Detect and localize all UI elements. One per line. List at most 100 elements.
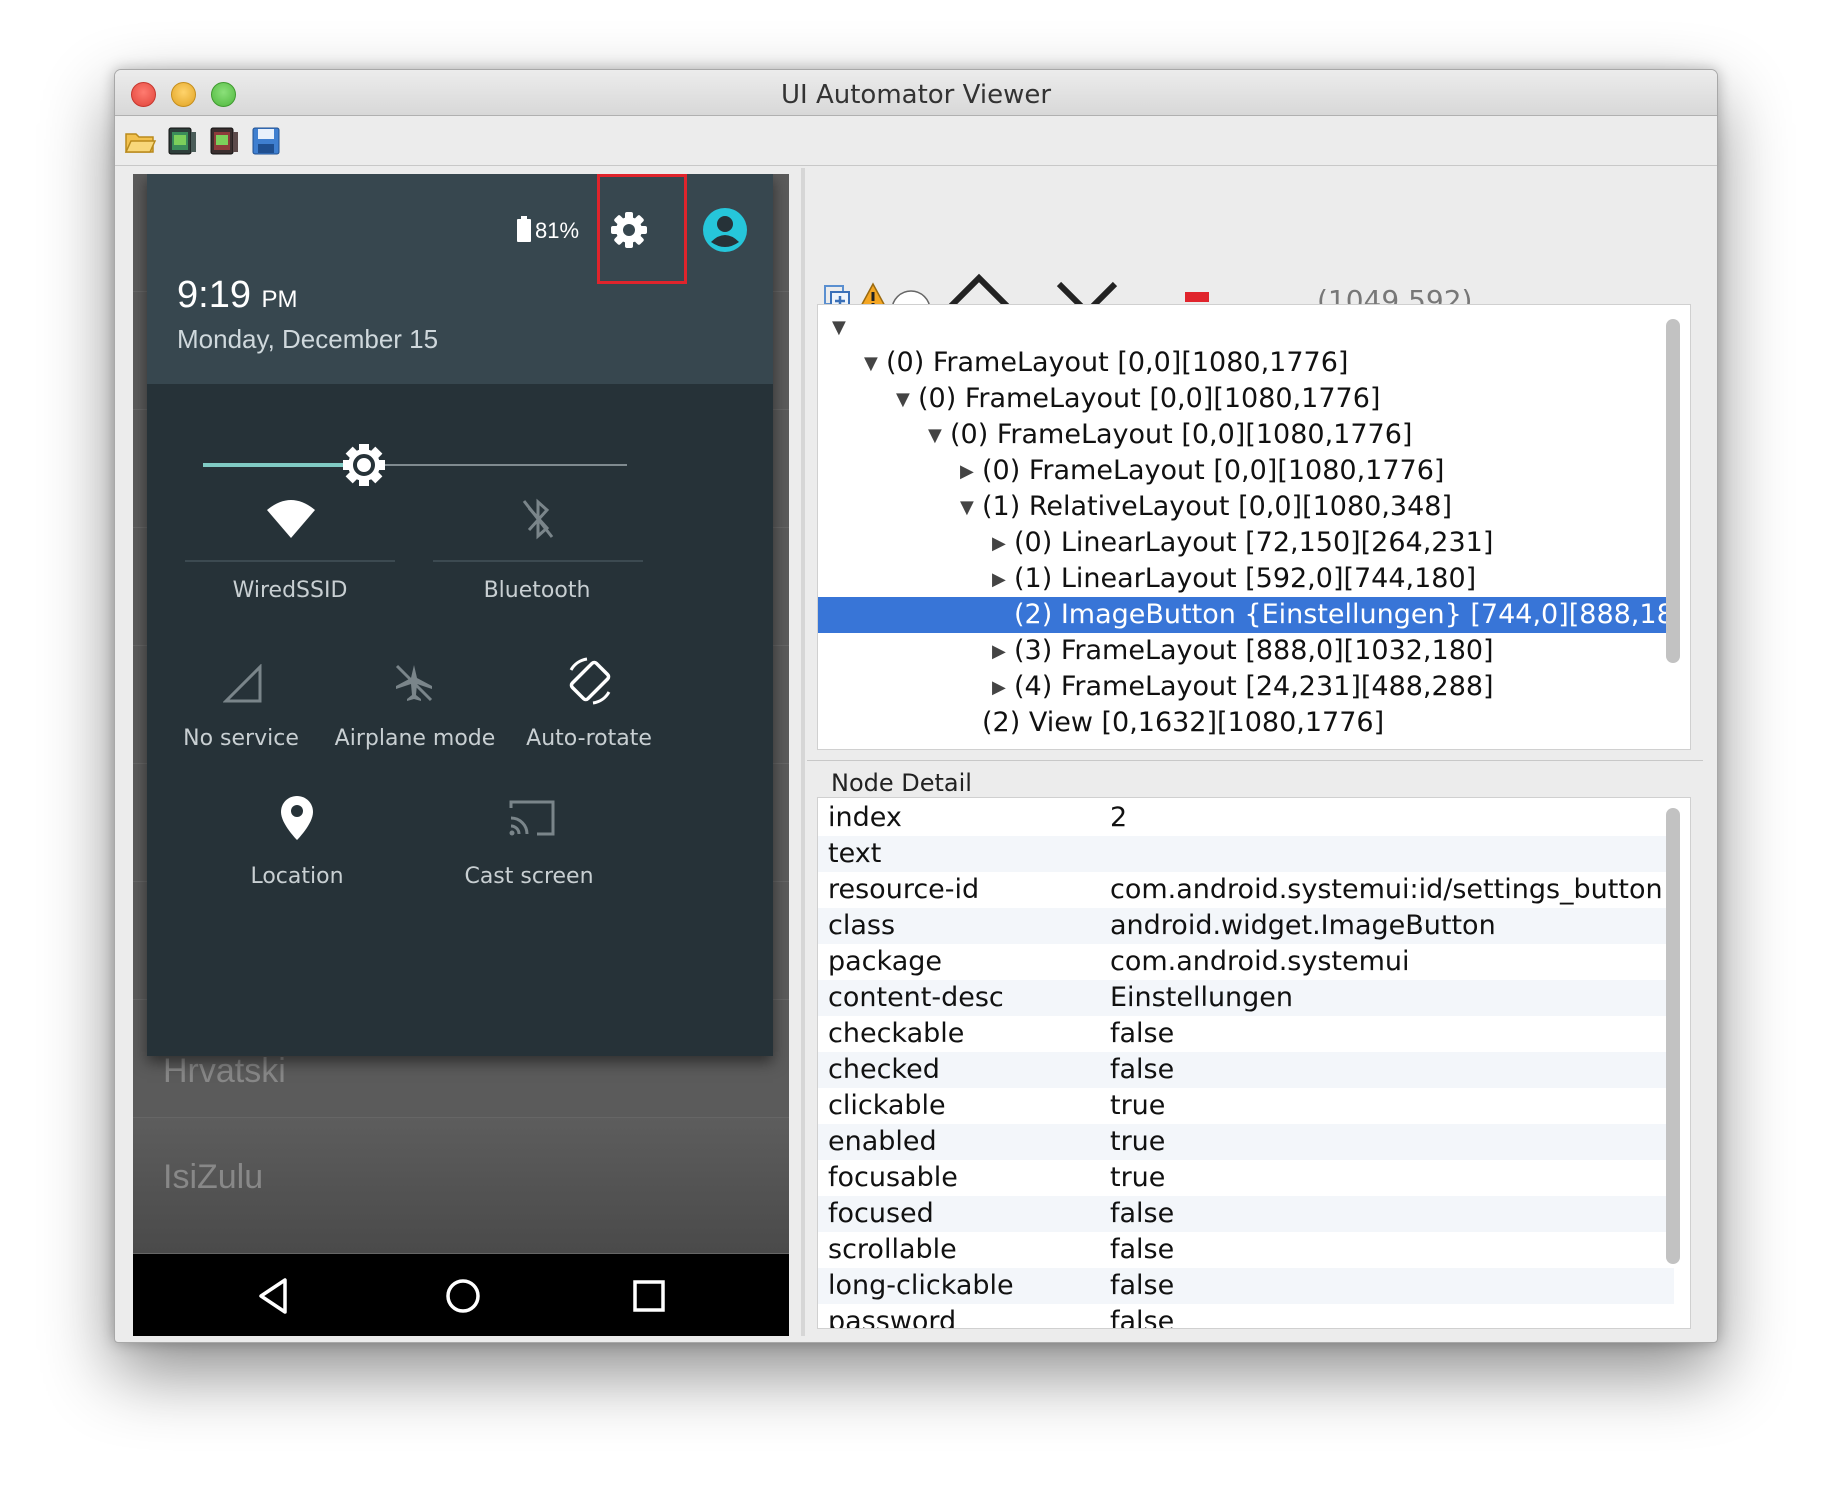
recents-icon[interactable]: [629, 1276, 669, 1316]
node-detail-table[interactable]: index 2 text resource-id com.android.syste…: [817, 797, 1691, 1329]
detail-scrollbar[interactable]: [1666, 808, 1680, 1264]
detail-value: false: [1110, 1270, 1175, 1301]
detail-row[interactable]: enabled true: [818, 1124, 1674, 1160]
tile-label: No service: [183, 726, 299, 751]
detail-row[interactable]: class android.widget.ImageButton: [818, 908, 1674, 944]
expand-toggle-icon[interactable]: ▶: [992, 526, 1014, 562]
back-icon[interactable]: [255, 1276, 295, 1316]
panel-splitter[interactable]: [801, 168, 805, 1336]
expand-toggle-icon[interactable]: ▶: [992, 670, 1014, 706]
detail-key: clickable: [828, 1090, 946, 1121]
tree-row[interactable]: ▶ (0) FrameLayout [0,0][1080,1776]: [818, 453, 1674, 489]
detail-key: password: [828, 1306, 957, 1329]
detail-key: package: [828, 946, 942, 977]
clear-icon[interactable]: [1185, 292, 1209, 302]
detail-value: 2: [1110, 802, 1128, 833]
detail-row[interactable]: long-clickable false: [818, 1268, 1674, 1304]
detail-key: class: [828, 910, 896, 941]
tree-node-label: (4) FrameLayout [24,231][488,288]: [1014, 671, 1494, 702]
tile-divider: [185, 560, 395, 562]
save-icon[interactable]: [249, 124, 283, 158]
tree-row[interactable]: ▶ (3) FrameLayout [888,0][1032,180]: [818, 633, 1674, 669]
tree-row[interactable]: ▼ (0) FrameLayout [0,0][1080,1776]: [818, 345, 1674, 381]
window-title: UI Automator Viewer: [780, 80, 1052, 110]
open-icon[interactable]: [123, 124, 157, 158]
expand-toggle-icon[interactable]: ▶: [992, 562, 1014, 598]
detail-row[interactable]: resource-id com.android.systemui:id/setti…: [818, 872, 1674, 908]
detail-value: com.android.systemui:id/settings_button: [1110, 874, 1663, 905]
tree-node-label: (0) FrameLayout [0,0][1080,1776]: [982, 455, 1445, 486]
detail-key: checked: [828, 1054, 940, 1085]
cast-icon: [509, 800, 555, 836]
airplane-icon: [395, 664, 433, 702]
detail-value: true: [1110, 1126, 1166, 1157]
hierarchy-tree[interactable]: ▼ ▼ (0) FrameLayout [0,0][1080,1776] ▼ (0)…: [817, 304, 1691, 750]
detail-row[interactable]: clickable true: [818, 1088, 1674, 1124]
shade-header: 81% 9:19 PM Monday, December 15: [147, 174, 773, 384]
tree-row[interactable]: ▶ (0) LinearLayout [72,150][264,231]: [818, 525, 1674, 561]
tree-row[interactable]: ▼: [818, 309, 1674, 345]
tree-node-label: (2) ImageButton {Einstellungen} [744,0][…: [1014, 599, 1691, 630]
detail-key: text: [828, 838, 882, 869]
selected-node-highlight: [597, 174, 687, 284]
detail-key: resource-id: [828, 874, 980, 905]
tree-scrollbar[interactable]: [1666, 319, 1680, 663]
node-detail-panel: Node Detail index 2 text resource-id com.a…: [807, 760, 1703, 1336]
detail-key: content-desc: [828, 982, 1004, 1013]
tree-row[interactable]: ▶ (1) LinearLayout [592,0][744,180]: [818, 561, 1674, 597]
brightness-slider-track[interactable]: [363, 464, 627, 466]
expand-toggle-icon[interactable]: ▼: [864, 346, 886, 382]
hierarchy-panel: (1049,592) ▼ ▼ (0) FrameLayout [0,0][1080…: [807, 168, 1703, 760]
device-screenshot-compressed-icon[interactable]: [207, 124, 241, 158]
tree-row[interactable]: ▼ (0) FrameLayout [0,0][1080,1776]: [818, 381, 1674, 417]
language-item-label: IsiZulu: [163, 1158, 264, 1196]
detail-row[interactable]: scrollable false: [818, 1232, 1674, 1268]
detail-value: false: [1110, 1054, 1175, 1085]
brightness-slider-thumb-icon[interactable]: [341, 442, 387, 488]
expand-toggle-icon[interactable]: ▶: [992, 634, 1014, 670]
detail-row[interactable]: checked false: [818, 1052, 1674, 1088]
device-screenshot-icon[interactable]: [165, 124, 199, 158]
detail-row[interactable]: package com.android.systemui: [818, 944, 1674, 980]
expand-toggle-icon[interactable]: ▼: [928, 418, 950, 454]
detail-value: false: [1110, 1306, 1175, 1329]
detail-value: android.widget.ImageButton: [1110, 910, 1496, 941]
detail-value: true: [1110, 1090, 1166, 1121]
tree-row[interactable]: ▶ (4) FrameLayout [24,231][488,288]: [818, 669, 1674, 705]
detail-row[interactable]: content-desc Einstellungen: [818, 980, 1674, 1016]
home-icon[interactable]: [443, 1276, 483, 1316]
tree-row-selected[interactable]: (2) ImageButton {Einstellungen} [744,0][…: [818, 597, 1690, 633]
auto-rotate-icon: [569, 657, 611, 705]
tree-node-label: (2) View [0,1632][1080,1776]: [982, 707, 1385, 738]
detail-row[interactable]: focused false: [818, 1196, 1674, 1232]
tile-label: Location: [250, 864, 344, 889]
detail-row[interactable]: text: [818, 836, 1674, 872]
detail-row[interactable]: checkable false: [818, 1016, 1674, 1052]
tree-row[interactable]: ▼ (1) RelativeLayout [0,0][1080,348]: [818, 489, 1674, 525]
tree-row[interactable]: (2) View [0,1632][1080,1776]: [818, 705, 1674, 741]
tree-node-label: (0) FrameLayout [0,0][1080,1776]: [950, 419, 1413, 450]
clock-time: 9:19: [177, 274, 251, 316]
detail-value: false: [1110, 1234, 1175, 1265]
clock-ampm: PM: [261, 286, 298, 313]
battery-percent: 81%: [535, 218, 580, 243]
detail-key: enabled: [828, 1126, 937, 1157]
tree-node-label: (3) FrameLayout [888,0][1032,180]: [1014, 635, 1494, 666]
detail-row[interactable]: password false: [818, 1304, 1674, 1329]
tile-label: Bluetooth: [483, 578, 591, 603]
device-screenshot-panel[interactable]: Hrvatski IsiZulu 81% 9:19 PM Monday, Dec…: [133, 174, 789, 1336]
detail-row[interactable]: focusable true: [818, 1160, 1674, 1196]
expand-toggle-icon[interactable]: ▼: [896, 382, 918, 418]
detail-key: scrollable: [828, 1234, 957, 1265]
brightness-slider-fill: [203, 463, 363, 467]
expand-toggle-icon[interactable]: ▼: [832, 310, 854, 346]
tile-divider: [433, 560, 643, 562]
detail-value: false: [1110, 1198, 1175, 1229]
user-avatar-icon[interactable]: [701, 206, 749, 254]
tree-row[interactable]: ▼ (0) FrameLayout [0,0][1080,1776]: [818, 417, 1674, 453]
date-label: Monday, December 15: [177, 324, 439, 354]
expand-toggle-icon[interactable]: ▶: [960, 454, 982, 490]
detail-row[interactable]: index 2: [818, 800, 1674, 836]
expand-toggle-icon[interactable]: ▼: [960, 490, 982, 526]
detail-value: true: [1110, 1162, 1166, 1193]
